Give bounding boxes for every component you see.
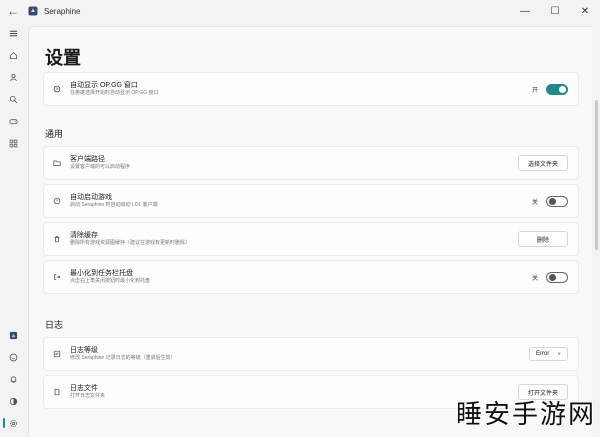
window-controls: — ☐ ✕: [510, 0, 600, 22]
toggle-knob: [549, 273, 556, 281]
log-level-card: 日志等级 修改 Seraphine 记录日志的等级（重启后生效） Error ∨: [43, 337, 579, 371]
home-icon: [9, 51, 17, 59]
auto-launch-card: 自动启动游戏 启动 Seraphine 时自动启动 LOL 客户端 关: [43, 184, 579, 218]
opgg-title: 自动显示 OP.GG 窗口: [70, 82, 138, 89]
nav-search[interactable]: [0, 88, 26, 110]
minimize-tray-title: 最小化到任务栏托盘: [70, 270, 133, 277]
summoner-avatar-icon: [9, 331, 17, 339]
title-bar: ← Seraphine — ☐ ✕: [0, 0, 600, 22]
opgg-icon: [44, 85, 70, 93]
exit-icon: [44, 273, 70, 281]
person-icon: [9, 73, 17, 81]
minimize-tray-subtitle: 点击右上角关闭按钮时最小化到托盘: [70, 278, 151, 284]
settings-content: 设置 自动显示 OP.GG 窗口 在英雄选择开始时自动显示 OP.GG 窗口 开…: [28, 26, 592, 437]
clear-cache-card: 清除缓存 删除所有游戏资源图缓存（建议在游戏有更新时删除） 删除: [43, 222, 579, 256]
minimize-icon: —: [520, 5, 530, 17]
folder-icon: [44, 159, 70, 167]
opgg-toggle[interactable]: [546, 83, 568, 95]
clear-cache-subtitle: 删除所有游戏资源图缓存（建议在游戏有更新时删除）: [70, 240, 191, 246]
page-title: 设置: [45, 48, 81, 68]
log-level-value: Error: [535, 351, 550, 357]
menu-button[interactable]: [0, 22, 26, 44]
opgg-toggle-label: 开: [531, 87, 538, 94]
nav-game[interactable]: [0, 110, 26, 132]
section-logs: 日志: [45, 320, 64, 330]
back-button[interactable]: ←: [0, 0, 26, 22]
chevron-down-icon: ∨: [557, 351, 561, 357]
minimize-tray-card: 最小化到任务栏托盘 点击右上角关闭按钮时最小化到托盘 关: [43, 260, 579, 294]
nav-profile[interactable]: [0, 66, 26, 88]
close-button[interactable]: ✕: [570, 0, 600, 22]
opgg-window-card: 自动显示 OP.GG 窗口 在英雄选择开始时自动显示 OP.GG 窗口 开: [43, 72, 579, 106]
contrast-icon: [9, 397, 17, 405]
auto-launch-subtitle: 启动 Seraphine 时自动启动 LOL 客户端: [70, 202, 158, 208]
scrollbar[interactable]: [595, 100, 598, 250]
auto-launch-toggle-label: 关: [531, 199, 538, 206]
auto-launch-toggle[interactable]: [546, 195, 568, 207]
log-level-icon: [44, 350, 70, 358]
minimize-tray-toggle[interactable]: [546, 271, 568, 283]
clear-cache-title: 清除缓存: [70, 232, 98, 239]
log-file-icon: [44, 388, 70, 396]
nav-github[interactable]: [0, 346, 26, 368]
bell-icon: [10, 375, 16, 383]
nav-notifications[interactable]: [0, 368, 26, 390]
nav-theme[interactable]: [0, 390, 26, 412]
toggle-knob: [549, 197, 556, 205]
arrow-left-icon: ←: [7, 4, 19, 18]
minimize-button[interactable]: —: [510, 0, 540, 22]
nav-rail: [0, 22, 26, 437]
client-path-card: 客户端路径 设置客户端的可以启动程序 选择文件夹: [43, 146, 579, 180]
toggle-knob: [559, 85, 566, 93]
log-file-title: 日志文件: [70, 385, 98, 392]
trash-icon: [44, 235, 70, 243]
maximize-icon: ☐: [550, 5, 560, 17]
close-icon: ✕: [580, 5, 590, 17]
client-path-title: 客户端路径: [70, 156, 105, 163]
gear-icon: [9, 419, 17, 427]
nav-home[interactable]: [0, 44, 26, 66]
watermark: 睡安手游网: [455, 400, 596, 430]
maximize-button[interactable]: ☐: [540, 0, 570, 22]
delete-cache-button[interactable]: 删除: [517, 231, 568, 247]
search-icon: [9, 95, 17, 103]
app-title: Seraphine: [44, 6, 81, 16]
log-level-subtitle: 修改 Seraphine 记录日志的等级（重启后生效）: [70, 355, 176, 361]
hamburger-icon: [9, 30, 17, 36]
log-file-subtitle: 打开日志文件夹: [70, 393, 106, 399]
gamepad-icon: [8, 118, 18, 124]
minimize-tray-toggle-label: 关: [531, 275, 538, 282]
client-path-subtitle: 设置客户端的可以启动程序: [70, 164, 131, 170]
nav-summoner[interactable]: [0, 324, 26, 346]
nav-stats[interactable]: [0, 132, 26, 154]
log-level-title: 日志等级: [70, 347, 98, 354]
log-level-select[interactable]: Error ∨: [528, 347, 568, 361]
launch-icon: [44, 197, 70, 205]
choose-folder-button[interactable]: 选择文件夹: [517, 155, 568, 171]
nav-settings[interactable]: [0, 412, 26, 434]
auto-launch-title: 自动启动游戏: [70, 194, 112, 201]
section-general: 通用: [45, 129, 64, 139]
opgg-subtitle: 在英雄选择开始时自动显示 OP.GG 窗口: [70, 90, 159, 96]
github-icon: [9, 353, 17, 361]
app-logo-icon: [28, 6, 38, 16]
stats-icon: [9, 139, 17, 147]
